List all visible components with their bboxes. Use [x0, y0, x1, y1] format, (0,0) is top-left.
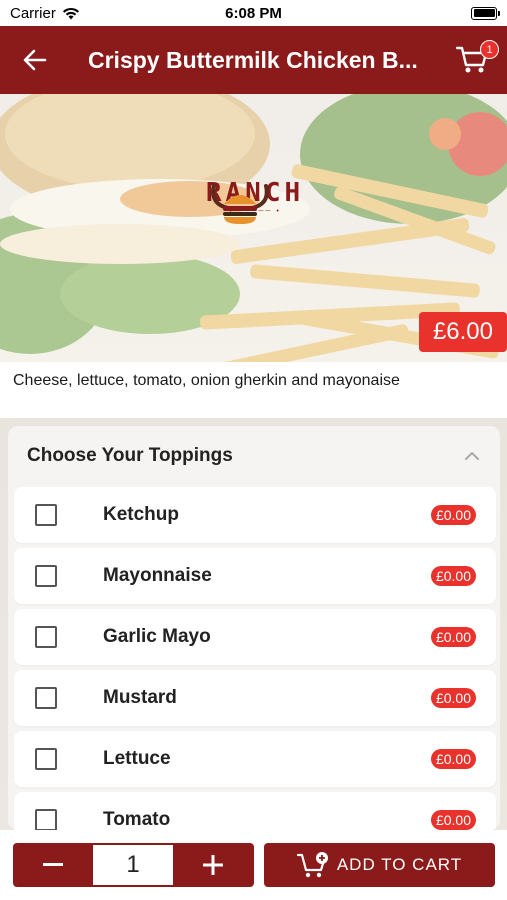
minus-icon — [43, 863, 63, 866]
status-left: Carrier — [10, 5, 80, 22]
topping-price: £0.00 — [430, 688, 476, 708]
topping-checkbox[interactable] — [35, 748, 57, 770]
topping-name: Mustard — [103, 687, 177, 708]
topping-price: £0.00 — [430, 749, 476, 769]
topping-checkbox[interactable] — [35, 626, 57, 648]
status-bar: Carrier 6:08 PM — [0, 0, 507, 26]
plus-icon — [203, 855, 223, 875]
carrier-label: Carrier — [10, 4, 56, 22]
topping-name: Garlic Mayo — [103, 626, 211, 647]
topping-checkbox[interactable] — [35, 687, 57, 709]
topping-checkbox[interactable] — [35, 809, 57, 830]
page-title: Crispy Buttermilk Chicken B... — [88, 46, 418, 73]
increase-quantity-button[interactable] — [173, 843, 253, 887]
quantity-stepper: 1 — [13, 843, 254, 887]
product-image: RANCH • ───── • £6.00 — [0, 94, 507, 362]
quantity-value[interactable]: 1 — [93, 845, 173, 885]
topping-price: £0.00 — [430, 810, 476, 830]
topping-price: £0.00 — [430, 505, 476, 525]
nav-bar: Crispy Buttermilk Chicken B... 1 — [0, 26, 507, 94]
topping-name: Mayonnaise — [103, 565, 212, 586]
battery-icon — [471, 6, 500, 20]
topping-row[interactable]: Mayonnaise £0.00 — [14, 548, 496, 604]
topping-row[interactable]: Ketchup £0.00 — [14, 487, 496, 543]
product-description: Cheese, lettuce, tomato, onion gherkin a… — [13, 372, 400, 389]
add-to-cart-label: ADD TO CART — [336, 855, 463, 874]
topping-price: £0.00 — [430, 566, 476, 586]
topping-checkbox[interactable] — [35, 565, 57, 587]
cart-button[interactable]: 1 — [437, 26, 507, 94]
arrow-left-icon — [23, 49, 47, 71]
topping-row[interactable]: Mustard £0.00 — [14, 670, 496, 726]
topping-row[interactable]: Tomato £0.00 — [14, 792, 496, 830]
cart-count-badge: 1 — [480, 40, 499, 59]
topping-name: Lettuce — [103, 748, 171, 769]
restaurant-logo: RANCH • ───── • — [200, 178, 310, 224]
topping-name: Tomato — [103, 809, 171, 830]
price-tag: £6.00 — [418, 312, 507, 352]
topping-checkbox[interactable] — [35, 504, 57, 526]
cart-add-icon — [296, 852, 328, 878]
back-button[interactable] — [0, 26, 70, 94]
chevron-up-icon[interactable] — [464, 451, 480, 461]
decrease-quantity-button[interactable] — [13, 843, 93, 887]
toppings-header[interactable]: Choose Your Toppings — [8, 426, 500, 486]
toppings-title: Choose Your Toppings — [27, 445, 233, 466]
bull-burger-icon — [211, 184, 269, 224]
topping-row[interactable]: Lettuce £0.00 — [14, 731, 496, 787]
topping-price: £0.00 — [430, 627, 476, 647]
topping-row[interactable]: Garlic Mayo £0.00 — [14, 609, 496, 665]
bottom-bar: 1 ADD TO CART — [0, 830, 507, 900]
add-to-cart-button[interactable]: ADD TO CART — [264, 843, 495, 887]
toppings-section: Choose Your Toppings Ketchup £0.00 Mayon… — [8, 426, 500, 830]
topping-name: Ketchup — [103, 504, 179, 525]
wifi-icon — [62, 7, 79, 19]
